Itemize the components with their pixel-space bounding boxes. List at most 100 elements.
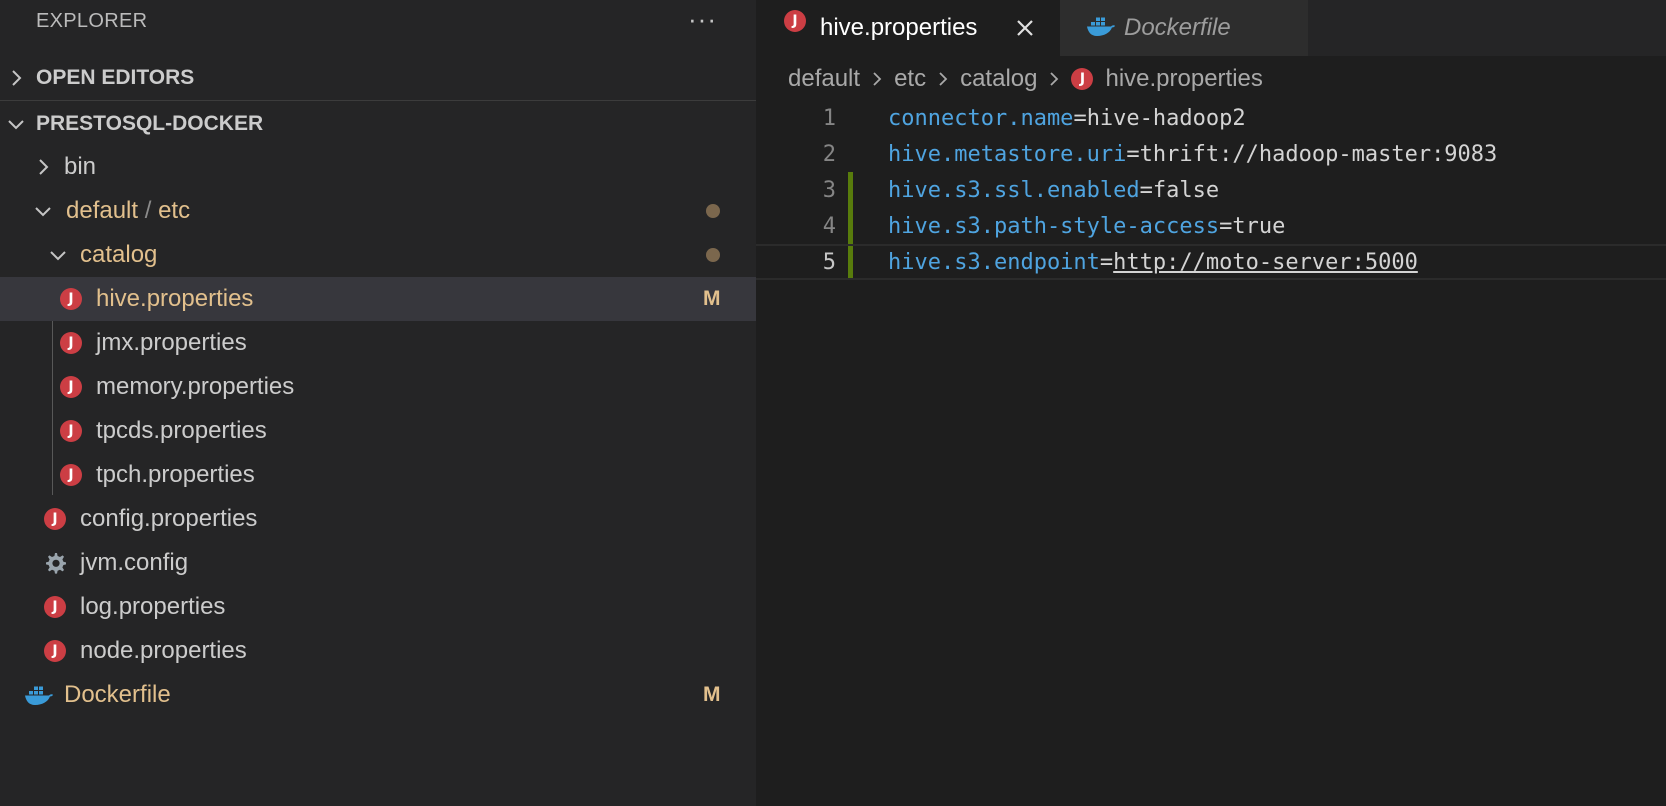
equals-sign: = (1139, 177, 1153, 203)
code-line[interactable]: 4 hive.s3.path-style-access=true (756, 208, 1666, 244)
properties-file-icon: J (1071, 68, 1094, 90)
line-content: hive.metastore.uri=thrift://hadoop-maste… (888, 142, 1497, 167)
tree-file-tpcds-properties[interactable]: J tpcds.properties (0, 409, 756, 453)
property-value-link[interactable]: http://moto-server:5000 (1113, 250, 1418, 275)
chevron-down-icon (6, 114, 26, 134)
open-editors-label: OPEN EDITORS (36, 66, 195, 89)
modified-dot (706, 248, 720, 262)
tree-folder-catalog[interactable]: catalog (0, 233, 756, 277)
line-content: connector.name=hive-hadoop2 (888, 106, 1246, 131)
line-number: 5 (822, 249, 836, 275)
property-value: thrift://hadoop-master:9083 (1139, 141, 1498, 167)
properties-file-icon: J (60, 420, 82, 442)
breadcrumb-item[interactable]: etc (894, 65, 926, 93)
breadcrumb-item[interactable]: hive.properties (1105, 65, 1262, 93)
line-number: 3 (822, 177, 836, 203)
folder-label: catalog (80, 241, 158, 268)
file-label: tpch.properties (96, 461, 255, 488)
explorer-title: EXPLORER (36, 10, 148, 32)
property-key: hive.s3.path-style-access (888, 213, 1220, 239)
open-editors-section[interactable]: OPEN EDITORS (0, 58, 756, 98)
file-label: memory.properties (96, 373, 295, 400)
breadcrumb-item[interactable]: default (788, 65, 860, 93)
chevron-down-icon (33, 201, 53, 221)
folder-label: default / etc (66, 197, 190, 225)
property-key: connector.name (888, 105, 1074, 131)
properties-file-icon: J (44, 596, 66, 618)
properties-file-icon: J (44, 508, 66, 530)
property-key: hive.s3.endpoint (888, 249, 1100, 275)
folder-default: default (66, 197, 139, 224)
tree-file-node-properties[interactable]: J node.properties (0, 629, 756, 673)
property-value: hive-hadoop2 (1086, 105, 1246, 131)
tree-file-jmx-properties[interactable]: J jmx.properties (0, 321, 756, 365)
equals-sign: = (1073, 105, 1087, 131)
properties-file-icon: J (60, 464, 82, 486)
file-label: hive.properties (96, 285, 254, 312)
tab-hive-properties[interactable]: J hive.properties (756, 0, 1060, 56)
property-value: false (1152, 177, 1220, 203)
gear-icon (46, 553, 66, 574)
chevron-right-icon (33, 157, 53, 177)
explorer-sidebar: EXPLORER ··· OPEN EDITORS PRESTOSQL-DOCK… (0, 0, 756, 806)
chevron-right-icon (939, 72, 948, 86)
file-label: config.properties (80, 505, 258, 532)
tree-file-config-properties[interactable]: J config.properties (0, 497, 756, 541)
properties-file-icon: J (784, 10, 806, 32)
tree-file-hive-properties[interactable]: J hive.properties M (0, 277, 756, 321)
tab-dockerfile[interactable]: Dockerfile (1060, 0, 1308, 56)
project-label: PRESTOSQL-DOCKER (36, 112, 264, 135)
modified-badge: M (703, 683, 721, 706)
code-line[interactable]: 1 connector.name=hive-hadoop2 (756, 100, 1666, 136)
equals-sign: = (1099, 249, 1114, 275)
code-line[interactable]: 3 hive.s3.ssl.enabled=false (756, 172, 1666, 208)
line-content: hive.s3.ssl.enabled=false (888, 178, 1219, 203)
breadcrumb: default etc catalog J hive.properties (788, 62, 1263, 96)
tree-file-jvm-config[interactable]: jvm.config (0, 541, 756, 585)
path-separator: / (144, 197, 152, 224)
modified-dot (706, 204, 720, 218)
properties-file-icon: J (60, 376, 82, 398)
file-label: node.properties (80, 637, 247, 664)
properties-file-icon: J (60, 332, 82, 354)
tab-label: Dockerfile (1124, 14, 1231, 41)
code-line-current[interactable]: 5 hive.s3.endpoint=http://moto-server:50… (756, 244, 1666, 280)
properties-file-icon: J (60, 288, 82, 310)
code-line[interactable]: 2 hive.metastore.uri=thrift://hadoop-mas… (756, 136, 1666, 172)
tab-label: hive.properties (820, 14, 978, 41)
tree-file-dockerfile[interactable]: Dockerfile M (0, 673, 756, 717)
equals-sign: = (1219, 213, 1233, 239)
modified-badge: M (703, 287, 721, 310)
tree-folder-default-etc[interactable]: default / etc (0, 189, 756, 233)
folder-etc: etc (158, 197, 191, 224)
editor-area: J hive.properties Dockerfile default etc… (756, 0, 1666, 806)
chevron-down-icon (48, 245, 68, 265)
tab-bar: J hive.properties Dockerfile (756, 0, 1666, 56)
property-key: hive.s3.ssl.enabled (888, 177, 1140, 203)
equals-sign: = (1126, 141, 1140, 167)
more-actions-icon[interactable]: ··· (688, 4, 717, 35)
file-label: tpcds.properties (96, 417, 267, 444)
file-label: log.properties (80, 593, 226, 620)
chevron-right-icon (873, 72, 882, 86)
line-number: 1 (822, 105, 836, 131)
tree-file-memory-properties[interactable]: J memory.properties (0, 365, 756, 409)
file-label: jmx.properties (96, 329, 247, 356)
line-number: 4 (822, 213, 836, 239)
docker-icon (25, 686, 53, 705)
file-label: jvm.config (80, 549, 189, 576)
property-key: hive.metastore.uri (888, 141, 1127, 167)
project-section[interactable]: PRESTOSQL-DOCKER (0, 104, 756, 144)
section-divider (0, 100, 756, 101)
property-value: true (1232, 213, 1286, 239)
tree-folder-bin[interactable]: bin (0, 145, 756, 189)
line-content: hive.s3.path-style-access=true (888, 214, 1285, 239)
tree-file-tpch-properties[interactable]: J tpch.properties (0, 453, 756, 497)
breadcrumb-item[interactable]: catalog (960, 65, 1037, 93)
properties-file-icon: J (44, 640, 66, 662)
chevron-right-icon (6, 68, 26, 88)
line-content: hive.s3.endpoint=http://moto-server:5000 (888, 250, 1418, 275)
close-icon[interactable] (1014, 17, 1036, 39)
tree-file-log-properties[interactable]: J log.properties (0, 585, 756, 629)
line-number: 2 (822, 141, 836, 167)
